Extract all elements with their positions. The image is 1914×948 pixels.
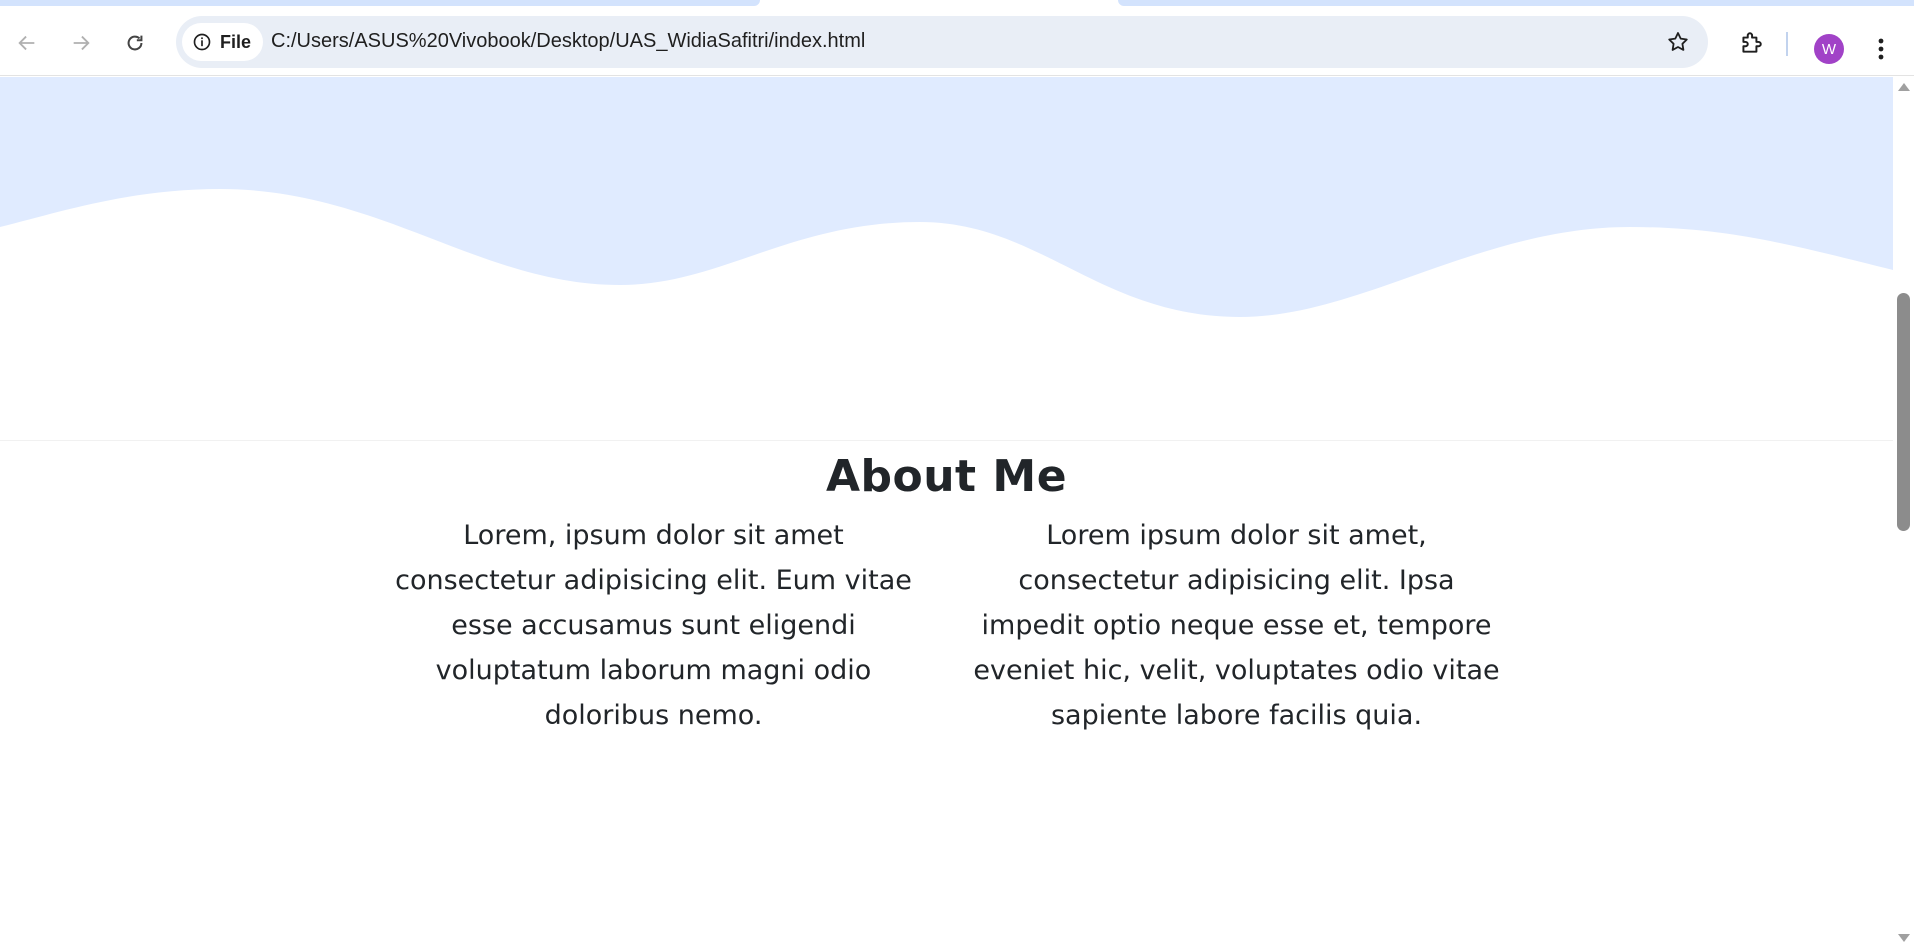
address-bar[interactable]: File C:/Users/ASUS%20Vivobook/Desktop/UA… (176, 16, 1708, 68)
about-title: About Me (825, 451, 1068, 502)
browser-menu-button[interactable] (1866, 32, 1896, 66)
forward-arrow-icon (73, 35, 90, 51)
extensions-button[interactable] (1734, 26, 1768, 60)
toolbar-divider (1786, 32, 1788, 56)
url-text[interactable]: C:/Users/ASUS%20Vivobook/Desktop/UAS_Wid… (271, 30, 865, 53)
tab-right[interactable] (1118, 0, 1914, 6)
reload-icon (127, 35, 143, 51)
about-text-right: Lorem ipsum dolor sit amet, consectetur … (973, 520, 1500, 731)
browser-toolbar: File C:/Users/ASUS%20Vivobook/Desktop/UA… (0, 8, 1914, 76)
about-columns: Lorem, ipsum dolor sit amet consectetur … (380, 513, 1510, 738)
about-section: About Me (0, 441, 1893, 502)
site-chip-label: File (220, 31, 252, 52)
back-arrow-icon (18, 35, 35, 51)
page-scrollbar[interactable] (1893, 77, 1914, 948)
scroll-thumb[interactable] (1897, 293, 1910, 531)
hero-wave-background (0, 77, 1893, 317)
star-icon[interactable] (1666, 30, 1690, 54)
page-viewport: About Me Lorem, ipsum dolor sit amet con… (0, 77, 1893, 948)
back-button[interactable] (10, 26, 44, 60)
extensions-icon (1742, 32, 1762, 53)
about-text-left: Lorem, ipsum dolor sit amet consectetur … (395, 520, 912, 731)
profile-avatar[interactable]: W (1814, 34, 1844, 64)
tab-left[interactable] (0, 0, 760, 6)
forward-button[interactable] (64, 26, 98, 60)
tab-strip (0, 0, 1914, 8)
kebab-menu-icon (1878, 38, 1884, 60)
scroll-down-arrow-icon[interactable] (1898, 934, 1910, 942)
scroll-up-arrow-icon[interactable] (1898, 83, 1910, 91)
reload-button[interactable] (118, 26, 152, 60)
site-info-chip[interactable]: File (182, 23, 264, 61)
info-icon (193, 33, 211, 51)
